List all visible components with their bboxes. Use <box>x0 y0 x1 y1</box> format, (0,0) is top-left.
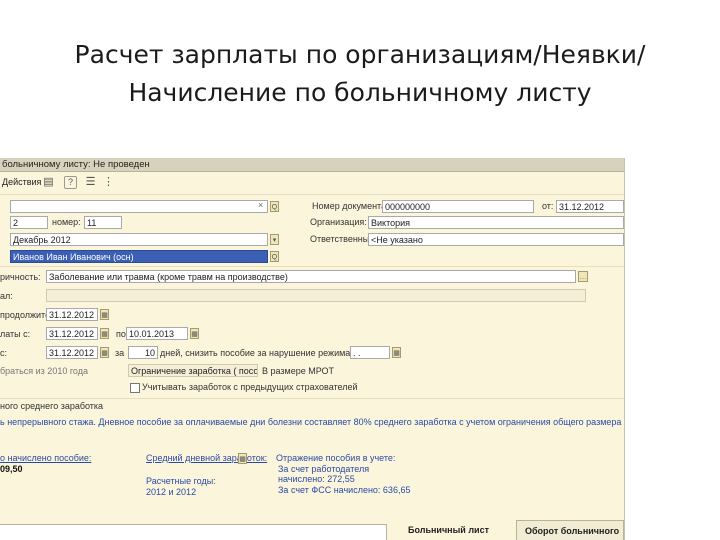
row2-field[interactable] <box>46 289 586 302</box>
limit-label: с: <box>0 348 8 358</box>
save-icon[interactable]: ▤ <box>42 176 55 189</box>
list-icon[interactable]: ☰ <box>84 176 97 189</box>
toolbar: Действия ▤ ? ☰ ⋮ <box>0 172 624 195</box>
period-date-field[interactable]: 31.12.2012 <box>46 308 98 321</box>
organization-label: Организация: <box>310 217 367 227</box>
slide-title-line1: Расчет зарплаты по организациям/Неявки/ <box>74 40 646 69</box>
limit-days-field[interactable]: 10 <box>128 346 158 359</box>
avg-earnings-calc-icon[interactable]: ▦ <box>238 453 247 464</box>
basis-label: браться из 2010 года <box>0 366 88 376</box>
reflect-line3: За счет ФСС начислено: 636,65 <box>278 485 411 495</box>
month-select-button[interactable]: ▾ <box>270 234 279 245</box>
doc-number-label: Номер документа: <box>312 201 389 211</box>
basis-select2: В размере МРОТ <box>262 366 335 376</box>
responsible-field[interactable]: <Не указано <box>368 233 624 246</box>
prev-employers-checkbox[interactable] <box>130 383 140 393</box>
limit-calendar-icon[interactable]: ▦ <box>100 347 109 358</box>
search-select-button[interactable]: Q <box>270 201 279 212</box>
window-titlebar: больничному листу: Не проведен <box>0 158 624 172</box>
sick-list-number-field[interactable]: 11 <box>84 216 122 229</box>
employee-select-button[interactable]: Q <box>270 251 279 262</box>
pay-to-calendar-icon[interactable]: ▦ <box>190 328 199 339</box>
actions-menu-button[interactable]: Действия <box>2 175 41 190</box>
bottom-pane <box>0 524 387 540</box>
search-field[interactable] <box>10 200 268 213</box>
pay-to-field[interactable]: 10.01.2013 <box>126 327 188 340</box>
calc-years-value[interactable]: 2012 и 2012 <box>146 486 196 498</box>
slide-title-line2: Начисление по больничному листу <box>128 78 592 107</box>
limit-text-label: дней, снизить пособие за нарушение режим… <box>160 348 360 358</box>
period-calendar-icon[interactable]: ▦ <box>100 309 109 320</box>
doc-number-field[interactable]: 000000000 <box>382 200 534 213</box>
reason-label: ричность: <box>0 272 41 282</box>
pay-from-field[interactable]: 31.12.2012 <box>46 327 98 340</box>
violation-calendar-icon[interactable]: ▦ <box>392 347 401 358</box>
divider-2 <box>0 398 624 399</box>
doc-date-label: от: <box>542 201 554 211</box>
tab-sick-list[interactable]: Больничный лист <box>400 520 508 540</box>
structure-icon[interactable]: ⋮ <box>102 176 115 189</box>
divider <box>0 266 624 267</box>
sick-list-number-label: номер: <box>52 217 81 227</box>
clear-icon[interactable]: × <box>258 200 263 210</box>
avg-earnings-title: ного среднего заработка <box>0 401 104 411</box>
reason-field[interactable]: Заболевание или травма (кроме травм на п… <box>46 270 576 283</box>
info-text: ь непрерывного стажа. Дневное пособие за… <box>0 417 625 427</box>
sick-list-series-field[interactable]: 2 <box>10 216 48 229</box>
row2-label: ал: <box>0 291 13 301</box>
reason-select-button[interactable]: … <box>578 271 588 282</box>
slide-title: Расчет зарплаты по организациям/Неявки/ … <box>0 36 720 112</box>
help-icon[interactable]: ? <box>64 176 77 189</box>
document-window: больничному листу: Не проведен Действия … <box>0 158 625 540</box>
violation-date-field[interactable]: . . <box>350 346 390 359</box>
pay-from-label: латы с: <box>0 329 31 339</box>
month-field[interactable]: Декабрь 2012 <box>10 233 268 246</box>
pay-from-calendar-icon[interactable]: ▦ <box>100 328 109 339</box>
doc-date-field[interactable]: 31.12.2012 <box>556 200 624 213</box>
limit-date-field[interactable]: 31.12.2012 <box>46 346 98 359</box>
avg-earnings-link[interactable]: Средний дневной заработок: <box>146 452 267 464</box>
employee-field[interactable]: Иванов Иван Иванович (осн) <box>10 250 268 263</box>
limit-for-label: за <box>115 348 125 358</box>
prev-employers-label: Учитывать заработок с предыдущих страхов… <box>142 382 358 392</box>
accrued-value: 09,50 <box>0 464 23 474</box>
basis-select[interactable]: Ограничение заработка ( пособие ) <box>128 364 258 377</box>
responsible-label: Ответственный: <box>310 234 377 244</box>
tab-turnover[interactable]: Оборот больничного <box>516 520 624 540</box>
organization-field[interactable]: Виктория <box>368 216 624 229</box>
